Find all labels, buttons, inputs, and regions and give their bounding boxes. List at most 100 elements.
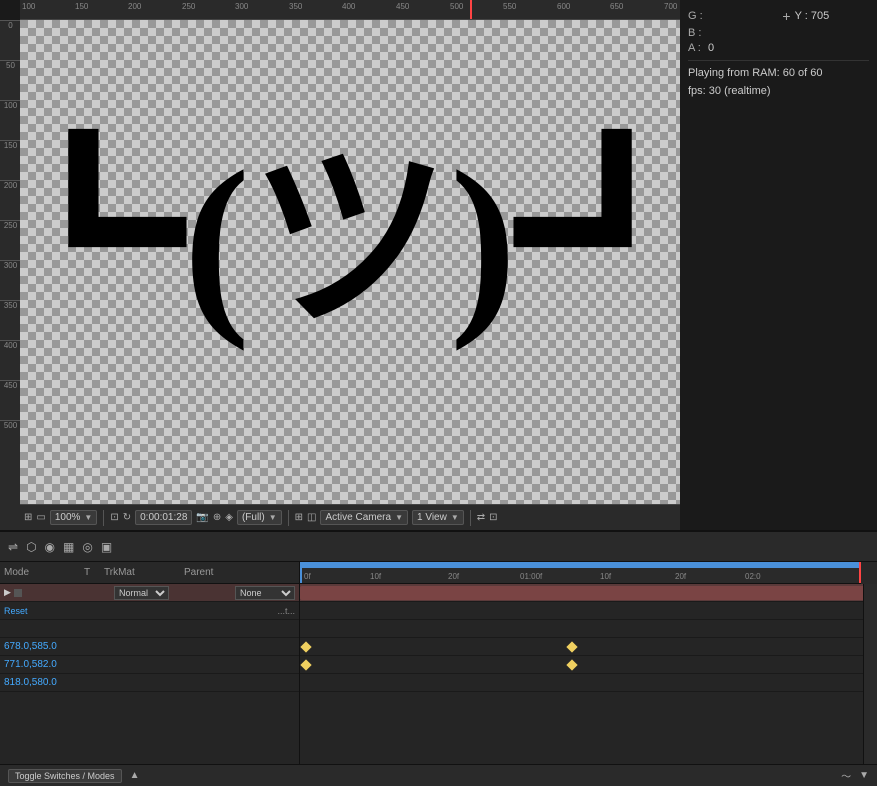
camera-motion-icon[interactable]: ↻ [123, 512, 131, 523]
status-bar: Toggle Switches / Modes ▲ 〜 ▼ [0, 764, 877, 786]
info-panel: G : + Y : 705 B : A : 0 Playing from RAM… [680, 0, 877, 530]
sep1 [103, 510, 104, 526]
switch-icon[interactable]: ⇌ [8, 540, 18, 554]
track-bar-1 [300, 586, 877, 600]
layer-row-4[interactable]: 678.0,585.0 [0, 638, 299, 656]
timecode-display[interactable]: 0:00:01:28 [135, 510, 192, 525]
info-divider [688, 60, 869, 61]
plus-button[interactable]: + [782, 8, 790, 24]
checkerboard-bg: ┗(ツ)┛ [20, 20, 680, 504]
camera-label: Active Camera [325, 512, 391, 523]
quality-btn-icon[interactable]: ◈ [225, 512, 233, 523]
viewer-panel: 100 150 200 250 300 350 400 450 500 550 … [20, 0, 680, 530]
tick-01-00f: 01:00f [520, 572, 542, 581]
3d-icon[interactable]: ⬡ [26, 540, 36, 554]
frame-icon[interactable]: ⊡ [110, 512, 118, 523]
track-row-2[interactable] [300, 602, 877, 620]
time-playhead [300, 562, 302, 583]
region-icon[interactable]: ⊞ [295, 512, 303, 523]
layer-color-swatch [14, 589, 22, 597]
layer-row-2[interactable]: Reset ...t... [0, 602, 299, 620]
toggle-switches-button[interactable]: Toggle Switches / Modes [8, 769, 122, 783]
track-row-5[interactable] [300, 656, 877, 674]
motion-icon[interactable]: ◎ [82, 540, 92, 554]
col-trkmat: TrkMat [104, 567, 184, 578]
view-select[interactable]: 1 View ▼ [412, 510, 464, 525]
col-mode: Mode [4, 567, 84, 578]
ellipsis-label: ...t... [277, 606, 295, 616]
sync-icon[interactable]: ⇄ [477, 512, 485, 523]
sep2 [288, 510, 289, 526]
track-row-1[interactable] [300, 584, 877, 602]
sep3 [470, 510, 471, 526]
col-t: T [84, 567, 104, 578]
left-column-headers: Mode T TrkMat Parent [0, 562, 300, 584]
quality-select[interactable]: (Full) ▼ [237, 510, 282, 525]
keyframe-5-mid[interactable] [566, 659, 577, 670]
layer-left-panel: ▶ Normal None Reset ...t... [0, 584, 300, 764]
playing-info-1: Playing from RAM: 60 of 60 [688, 67, 869, 79]
down-arrow-icon: ▼ [859, 770, 869, 781]
camera-arrow: ▼ [395, 513, 403, 522]
tick-20f-1: 20f [448, 572, 459, 581]
g-row: G : + Y : 705 [688, 8, 869, 24]
ruler-left: 0 50 100 150 200 250 300 350 400 450 500 [0, 20, 20, 530]
zoom-select[interactable]: 100% ▼ [50, 510, 98, 525]
view-arrow: ▼ [451, 513, 459, 522]
reset-label: Reset [4, 606, 269, 616]
viewer-screen-icon[interactable]: ▭ [36, 512, 45, 523]
comp-icon[interactable]: ▦ [63, 540, 74, 554]
a-row: A : 0 [688, 42, 869, 54]
tick-0f: 0f [304, 572, 311, 581]
y-value: Y : 705 [795, 10, 869, 22]
end-marker [859, 562, 861, 583]
coord-3: 818.0,580.0 [4, 677, 57, 688]
a-value: 0 [708, 42, 869, 54]
timeline-header-area: Mode T TrkMat Parent 0f 10f 20f 01:00f 1… [0, 562, 877, 584]
keyframe-4-mid[interactable] [566, 641, 577, 652]
mask-display-icon[interactable]: ◫ [307, 512, 316, 523]
keyframe-4-start[interactable] [300, 641, 311, 652]
quality-arrow: ▼ [269, 513, 277, 522]
artwork-display: ┗(ツ)┛ [20, 142, 680, 342]
track-row-3[interactable] [300, 620, 877, 638]
ruler-playhead [470, 0, 472, 20]
time-ruler[interactable]: 0f 10f 20f 01:00f 10f 20f 02:0 [300, 562, 861, 584]
ruler-top: 100 150 200 250 300 350 400 450 500 550 … [20, 0, 680, 20]
track-row-4[interactable] [300, 638, 877, 656]
timeline-section: ⇌ ⬡ ◉ ▦ ◎ ▣ Mode T TrkMat Parent 0f 10f … [0, 530, 877, 786]
layer-row-1[interactable]: ▶ Normal None [0, 584, 299, 602]
time-ruler-bar [300, 562, 861, 568]
coord-2: 771.0,582.0 [4, 659, 57, 670]
vertical-scrollbar[interactable] [863, 584, 877, 764]
up-arrow-icon: ▲ [130, 770, 140, 781]
b-label: B : [688, 27, 708, 39]
layer-area: ▶ Normal None Reset ...t... [0, 584, 877, 764]
color-icon[interactable]: ⊕ [213, 512, 221, 523]
layer-row-6[interactable]: 818.0,580.0 [0, 674, 299, 692]
keyframe-5-start[interactable] [300, 659, 311, 670]
top-section: 0 50 100 150 200 250 300 350 400 450 500… [0, 0, 877, 530]
tick-10f-2: 10f [600, 572, 611, 581]
camera-select[interactable]: Active Camera ▼ [320, 510, 408, 525]
snapshot-icon[interactable]: 📷 [196, 512, 208, 523]
timeline-toolbar: ⇌ ⬡ ◉ ▦ ◎ ▣ [0, 532, 877, 562]
maximize-icon[interactable]: ⊡ [489, 512, 497, 523]
mask-icon[interactable]: ▣ [101, 540, 112, 554]
coord-1: 678.0,585.0 [4, 641, 57, 652]
scroll-corner [861, 562, 877, 584]
canvas-area: ┗(ツ)┛ [20, 20, 680, 504]
solo-icon[interactable]: ◉ [45, 540, 55, 554]
zoom-arrow: ▼ [84, 513, 92, 522]
layer-row-5[interactable]: 771.0,582.0 [0, 656, 299, 674]
col-parent: Parent [184, 567, 284, 578]
parent-select[interactable]: None [235, 586, 295, 600]
viewer-home-icon[interactable]: ⊞ [24, 512, 32, 523]
track-area [300, 584, 877, 764]
wave-icon: 〜 [841, 768, 851, 783]
track-row-6[interactable] [300, 674, 877, 692]
tick-02-0: 02:0 [745, 572, 761, 581]
mode-select[interactable]: Normal [114, 586, 169, 600]
layer-row-3[interactable] [0, 620, 299, 638]
viewer-toolbar: ⊞ ▭ 100% ▼ ⊡ ↻ 0:00:01:28 📷 ⊕ ◈ (Full) ▼… [20, 504, 680, 530]
